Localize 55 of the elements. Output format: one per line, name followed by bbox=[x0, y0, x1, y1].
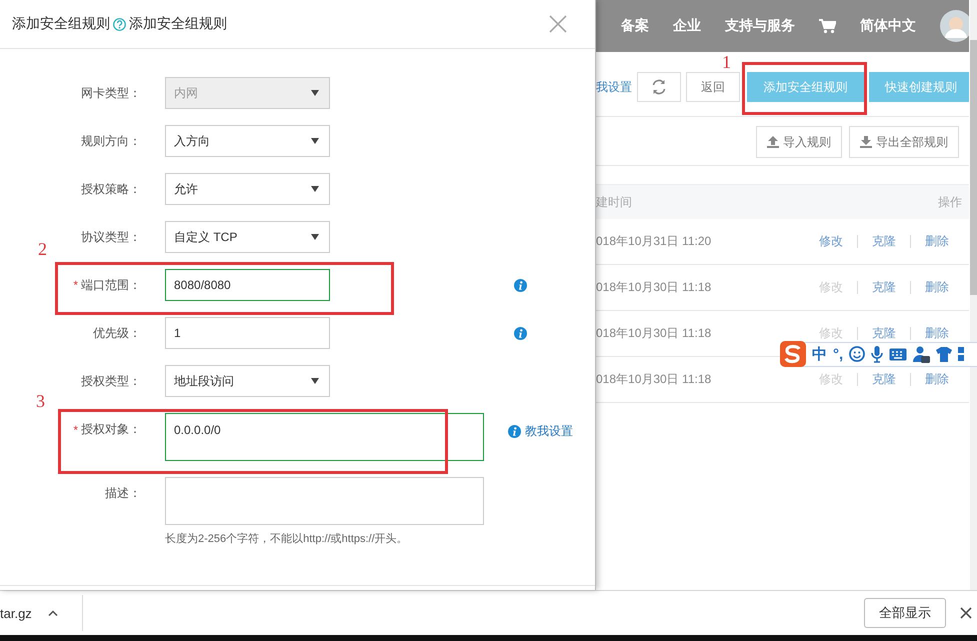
field-label: 授权对象： bbox=[81, 421, 141, 438]
field-label: 授权类型： bbox=[81, 372, 141, 390]
table-cell: 018年10月31日 11:20 bbox=[596, 233, 712, 250]
table-cell: 018年10月30日 11:18 bbox=[596, 325, 712, 342]
required-mark: * bbox=[73, 278, 78, 292]
file-name[interactable]: tar.gz bbox=[0, 606, 32, 620]
annotation-number: 3 bbox=[36, 392, 45, 410]
input-field[interactable]: 8080/8080 bbox=[165, 269, 330, 301]
action-button[interactable]: 添加安全组规则 bbox=[747, 72, 864, 102]
nav-link[interactable]: 支持与服务 bbox=[725, 17, 795, 35]
dialog-title: 添加安全组规则 bbox=[12, 15, 110, 33]
nav-link[interactable]: 简体中文 bbox=[860, 17, 916, 35]
row-action-link[interactable]: 修改 bbox=[805, 233, 857, 250]
input-mode-toggle[interactable]: 中 bbox=[812, 344, 827, 364]
nav-link[interactable]: 企业 bbox=[673, 17, 701, 35]
export-button[interactable]: 导出全部规则 bbox=[849, 126, 959, 158]
text-area[interactable]: 0.0.0.0/0 bbox=[165, 413, 484, 461]
dropdown[interactable]: 入方向 bbox=[165, 125, 330, 157]
row-action-link[interactable]: 克隆 bbox=[858, 279, 910, 296]
field-label: 规则方向： bbox=[81, 132, 141, 150]
punctuation-toggle[interactable]: °, bbox=[833, 346, 844, 362]
input-field[interactable]: 1 bbox=[165, 317, 330, 349]
row-action-link[interactable]: 删除 bbox=[911, 233, 963, 250]
dropdown[interactable]: 地址段访问 bbox=[165, 365, 330, 397]
row-action-link[interactable]: 删除 bbox=[911, 371, 963, 388]
import-button[interactable]: 导入规则 bbox=[756, 126, 842, 158]
row-action-link[interactable]: 克隆 bbox=[858, 371, 910, 388]
row-action-link[interactable]: 删除 bbox=[911, 325, 963, 342]
field-label: 优先级： bbox=[93, 324, 141, 342]
help-link[interactable]: 我设置 bbox=[596, 78, 632, 96]
row-action-link[interactable]: 删除 bbox=[911, 279, 963, 296]
show-all-button[interactable]: 全部显示 bbox=[864, 598, 946, 628]
dropdown: 内网 bbox=[165, 77, 330, 109]
column-header: 建时间 bbox=[596, 194, 632, 210]
field-label: 协议类型： bbox=[81, 228, 141, 246]
table-cell: 018年10月30日 11:18 bbox=[596, 279, 712, 296]
required-mark: * bbox=[73, 422, 78, 436]
annotation-number: 1 bbox=[722, 53, 731, 71]
field-label: 端口范围： bbox=[81, 276, 141, 294]
hint-text: 长度为2-256个字符，不能以http://或https://开头。 bbox=[165, 532, 409, 546]
dropdown[interactable]: 允许 bbox=[165, 173, 330, 205]
action-button[interactable]: 快速创建规则 bbox=[869, 72, 969, 102]
back-button[interactable]: 返回 bbox=[686, 72, 740, 102]
dropdown[interactable]: 自定义 TCP bbox=[165, 221, 330, 253]
row-action-link[interactable]: 克隆 bbox=[858, 233, 910, 250]
column-header: 操作 bbox=[938, 194, 962, 210]
field-label: 网卡类型： bbox=[81, 84, 141, 102]
field-label: 描述： bbox=[105, 485, 141, 502]
row-action-link[interactable]: 克隆 bbox=[858, 325, 910, 342]
help-text: 添加安全组规则 bbox=[129, 15, 227, 33]
nav-link[interactable]: 备案 bbox=[621, 17, 649, 35]
field-label: 授权策略： bbox=[81, 180, 141, 198]
annotation-number: 2 bbox=[38, 240, 47, 258]
help-link[interactable]: 教我设置 bbox=[525, 423, 573, 440]
table-cell: 018年10月30日 11:18 bbox=[596, 371, 712, 388]
